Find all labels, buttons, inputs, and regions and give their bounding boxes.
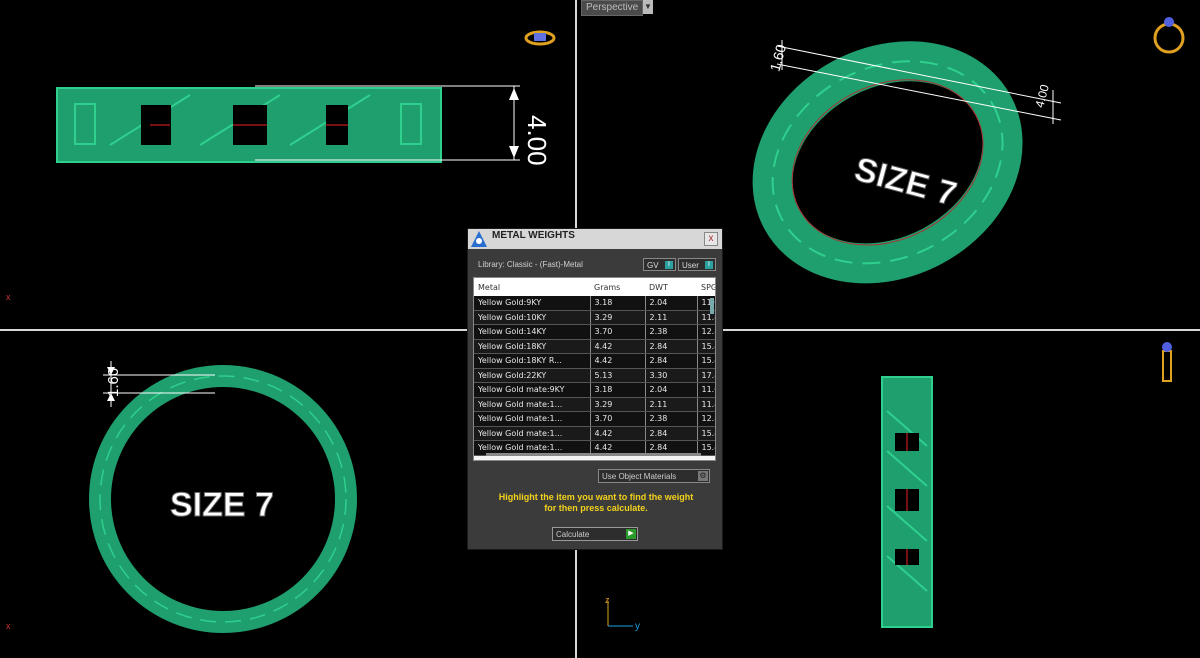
engraving-text-side: SIZE 7 [170, 486, 274, 524]
cell-dwt: 2.04 [645, 382, 698, 398]
cell-spg: 17.89 [697, 368, 715, 383]
cell-grams: 3.29 [590, 397, 646, 412]
table-row[interactable]: Yellow Gold:9KY3.182.0411.08 [474, 296, 715, 311]
cell-metal: Yellow Gold:18KY [474, 339, 591, 354]
gv-toggle-label: GV [647, 261, 659, 270]
cell-metal: Yellow Gold:22KY [474, 368, 591, 383]
materials-select[interactable]: Use Object Materials ⚙ [598, 469, 710, 483]
dimension-front-label: 4.00 [522, 115, 552, 166]
cell-spg: 11.45 [697, 397, 715, 412]
cell-dwt: 2.84 [645, 426, 698, 441]
dimension-persp-width: 4.00 [1032, 83, 1052, 109]
cell-dwt: 2.38 [645, 324, 698, 340]
cell-dwt: 2.84 [645, 339, 698, 354]
cell-grams: 3.18 [590, 382, 646, 398]
table-header-row: Metal Grams DWT SPG [474, 278, 715, 296]
cell-metal: Yellow Gold:14KY [474, 324, 591, 340]
cell-metal: Yellow Gold:10KY [474, 310, 591, 325]
cell-spg: 15.41 [697, 339, 715, 354]
checkbox-icon: I [665, 261, 673, 269]
cell-grams: 3.70 [590, 411, 646, 427]
cell-dwt: 2.11 [645, 310, 698, 325]
cell-spg: 15.41 [697, 426, 715, 441]
cell-spg: 12.88 [697, 411, 715, 427]
table-row[interactable]: Yellow Gold mate:1...3.702.3812.88 [474, 411, 715, 427]
axis-z-label: z [605, 595, 610, 605]
table-row[interactable]: Yellow Gold:18KY4.422.8415.41 [474, 339, 715, 354]
chevron-down-icon[interactable]: ▼ [643, 0, 653, 14]
ring-view-icon [1162, 350, 1172, 382]
metal-weights-table[interactable]: Metal Grams DWT SPG Yellow Gold:9KY 3.18 2… [473, 277, 716, 461]
cell-spg: 15.41 [697, 353, 715, 369]
axis-y-label: y [635, 621, 640, 632]
user-toggle[interactable]: User I [678, 258, 716, 271]
cell-grams: 4.42 [590, 353, 646, 369]
engraving-text-perspective: SIZE 7 [850, 150, 960, 214]
cell-spg: 11.08 [697, 382, 715, 398]
gv-toggle[interactable]: GV I [643, 258, 676, 271]
cell-dwt: 3.30 [645, 368, 698, 383]
column-header-dwt[interactable]: DWT [645, 278, 697, 296]
play-icon: ▶ [626, 529, 636, 539]
help-line-2: for then press calculate. [544, 503, 648, 513]
ring-view-icon [1153, 22, 1185, 54]
cell-grams: 4.42 [590, 426, 646, 441]
table-row[interactable]: Yellow Gold:10KY3.292.1111.45 [474, 310, 715, 325]
user-toggle-label: User [682, 261, 699, 270]
dialog-titlebar[interactable]: METAL WEIGHTS x [468, 229, 722, 249]
column-header-spg[interactable]: SPG [697, 278, 715, 296]
cell-grams: 3.29 [590, 310, 646, 325]
help-text: Highlight the item you want to find the … [478, 492, 714, 514]
cell-metal: Yellow Gold mate:1... [474, 397, 591, 412]
cell-grams: 5.13 [590, 368, 646, 383]
cell-dwt: 2.38 [645, 411, 698, 427]
cell-metal: Yellow Gold:9KY [474, 296, 591, 311]
cell-metal: Yellow Gold mate:9KY [474, 382, 591, 398]
materials-select-value: Use Object Materials [602, 472, 677, 481]
metal-weights-dialog: METAL WEIGHTS x Library: Classic - (Fast… [467, 228, 723, 550]
table-row[interactable]: Yellow Gold:18KY R...4.422.8415.41 [474, 353, 715, 369]
table-row[interactable]: Yellow Gold mate:1...3.292.1111.45 [474, 397, 715, 412]
column-header-metal[interactable]: Metal [474, 278, 590, 296]
axis-x-label: x [6, 292, 11, 302]
horizontal-scrollbar[interactable] [486, 453, 701, 456]
cell-spg: 12.88 [697, 324, 715, 340]
table-row[interactable]: Yellow Gold mate:1...4.422.8415.41 [474, 426, 715, 441]
cell-metal: Yellow Gold mate:1... [474, 426, 591, 441]
calculate-button[interactable]: Calculate ▶ [552, 527, 638, 541]
cell-grams: 3.18 [590, 296, 646, 311]
table-row[interactable]: Yellow Gold mate:9KY3.182.0411.08 [474, 382, 715, 398]
dialog-title: METAL WEIGHTS [492, 230, 575, 241]
help-line-1: Highlight the item you want to find the … [498, 492, 694, 502]
column-header-grams[interactable]: Grams [590, 278, 645, 296]
checkbox-icon: I [705, 261, 713, 269]
gear-icon: ⚙ [698, 471, 708, 481]
cell-grams: 3.70 [590, 324, 646, 340]
close-button[interactable]: x [704, 232, 718, 246]
dimension-persp-thick: 1.60 [767, 42, 790, 73]
table-row[interactable]: Yellow Gold:14KY3.702.3812.88 [474, 324, 715, 340]
library-label: Library: Classic - (Fast)-Metal [478, 260, 583, 269]
table-row[interactable]: Yellow Gold:22KY5.133.3017.89 [474, 368, 715, 383]
calculate-label: Calculate [556, 530, 590, 539]
vertical-scrollbar[interactable] [710, 298, 714, 314]
cell-dwt: 2.84 [645, 353, 698, 369]
cell-grams: 4.42 [590, 339, 646, 354]
axis-x-label: x [6, 621, 11, 631]
cell-metal: Yellow Gold mate:1... [474, 411, 591, 427]
cell-dwt: 2.11 [645, 397, 698, 412]
perspective-viewport-label[interactable]: Perspective [581, 0, 644, 16]
cell-metal: Yellow Gold:18KY R... [474, 353, 591, 369]
app-logo-icon [471, 231, 487, 247]
cell-dwt: 2.04 [645, 296, 698, 311]
dimension-side-thick: 1.60 [105, 368, 122, 397]
